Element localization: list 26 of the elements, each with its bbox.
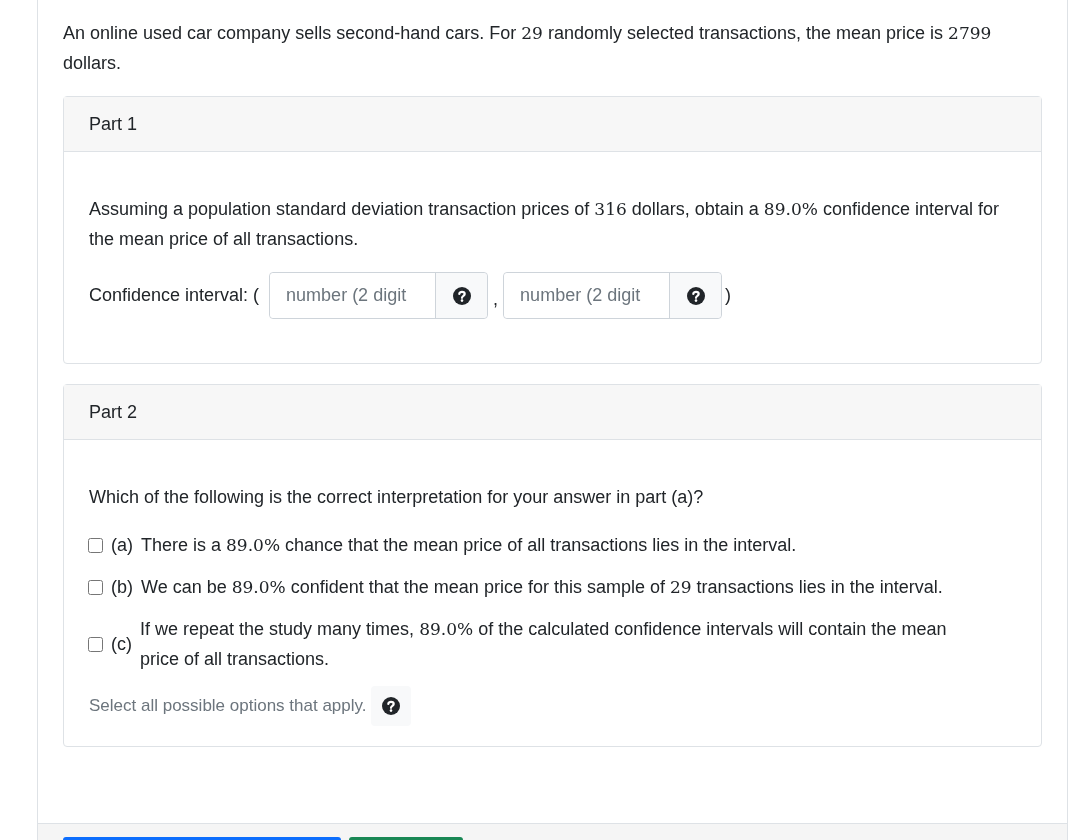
option-checkbox[interactable] <box>88 537 103 553</box>
option-text: There is a 89.0% chance that the mean price of all transactions lies in the interval. <box>141 534 797 557</box>
part-title: Part 2 <box>89 400 138 424</box>
option-text: We can be 89.0% confident that the mean price for this sample of 29 transactions lies in the interval. <box>141 576 943 599</box>
interval-close: ) <box>725 284 732 307</box>
interval-label: Confidence interval: ( <box>89 284 260 307</box>
help-icon <box>686 286 705 305</box>
answer-field[interactable]: number (2 digit <box>503 272 723 319</box>
help-icon <box>452 286 471 305</box>
option-checkbox[interactable] <box>88 636 103 652</box>
help-button[interactable] <box>669 273 722 318</box>
option-letter: (b) <box>111 575 133 599</box>
intro-text: An online used car company sells second-hand cars. For 29 randomly selected transactions, the mean price is 2799 dollars. <box>63 22 993 75</box>
help-button[interactable] <box>370 686 411 726</box>
question-text: Which of the following is the correct interpretation for your answer in part (a)? <box>89 486 705 509</box>
option-letter: (a) <box>111 533 133 557</box>
separator: , <box>493 288 499 311</box>
option-letter: (c) <box>111 632 132 656</box>
part-title: Part 1 <box>89 112 138 136</box>
help-icon <box>381 697 400 715</box>
option-checkbox[interactable] <box>88 579 103 595</box>
hint-text: Select all possible options that apply. <box>89 695 367 718</box>
answer-field[interactable]: number (2 digit <box>269 272 489 319</box>
option-text: If we repeat the study many times, 89.0% of the calculated confidence intervals will contain the mean price of all transactions. <box>140 618 948 671</box>
help-button[interactable] <box>435 273 488 318</box>
question-text: Assuming a population standard deviation transaction prices of 316 dollars, obtain a 89.0% confidence interval for the mean price of all transactions. <box>89 198 1000 251</box>
